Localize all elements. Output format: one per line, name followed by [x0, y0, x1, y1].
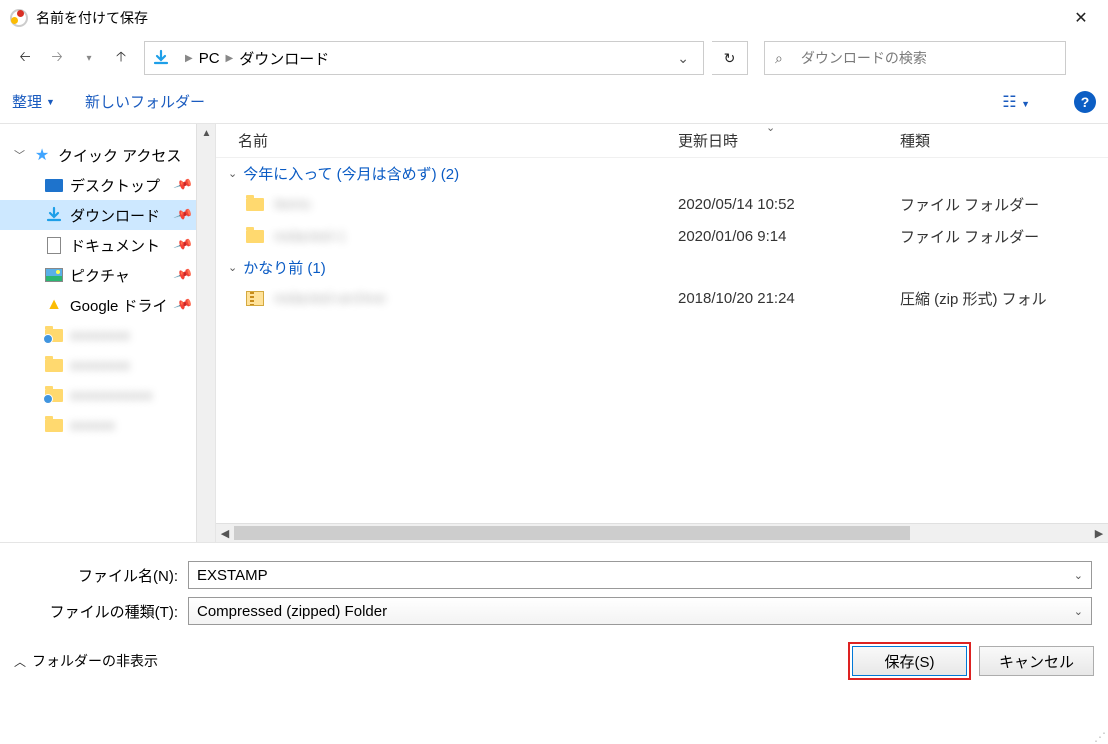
scroll-thumb[interactable] [234, 526, 910, 540]
column-name[interactable]: 名前 [238, 130, 678, 151]
form-area: ファイル名(N): EXSTAMP ⌄ ファイルの種類(T): Compress… [0, 542, 1108, 631]
chevron-up-icon: ︿ [14, 653, 26, 670]
breadcrumb-pc[interactable]: PC [199, 50, 220, 67]
folder-icon [246, 230, 264, 243]
scroll-up-icon[interactable]: ▲ [197, 124, 215, 142]
search-icon: ⌕ [775, 50, 783, 67]
toolbar: 整理▼ 新しいフォルダー ☷ ▼ ? [0, 80, 1108, 124]
folder-icon [45, 329, 63, 342]
column-date[interactable]: 更新日時 ⌄ [678, 130, 900, 151]
back-button[interactable]: 🡠 [10, 43, 40, 73]
recent-dropdown[interactable]: ▾ [74, 43, 104, 73]
nav-bar: 🡠 🡢 ▾ 🡡 ▶ PC ▶ ダウンロード ⌄ ↻ ⌕ ダウンロードの検索 [0, 36, 1108, 80]
filename-label: ファイル名(N): [16, 565, 188, 586]
chevron-down-icon: ﹀ [14, 147, 26, 163]
desktop-icon [45, 179, 63, 192]
search-input[interactable]: ⌕ ダウンロードの検索 [764, 41, 1066, 75]
document-icon [47, 237, 61, 254]
download-icon [151, 48, 171, 68]
hide-folders-button[interactable]: フォルダーの非表示 [32, 651, 158, 671]
chevron-right-icon: ▶ [226, 53, 234, 64]
folder-icon [45, 419, 63, 432]
sidebar-item-pictures[interactable]: ピクチャ📌 [0, 260, 215, 290]
address-dropdown[interactable]: ⌄ [669, 50, 697, 67]
sidebar-item-desktop[interactable]: デスクトップ📌 [0, 170, 215, 200]
save-button[interactable]: 保存(S) [852, 646, 967, 676]
group-header[interactable]: ⌄ かなり前 (1) [216, 252, 1108, 282]
gdrive-icon: ▲ [44, 296, 64, 314]
column-type[interactable]: 種類 [900, 130, 1108, 151]
search-placeholder: ダウンロードの検索 [801, 48, 927, 68]
pin-icon: 📌 [172, 204, 193, 225]
cancel-button[interactable]: キャンセル [979, 646, 1094, 676]
help-button[interactable]: ? [1074, 91, 1096, 113]
file-row[interactable]: Items 2020/05/14 10:52 ファイル フォルダー [216, 188, 1108, 220]
up-button[interactable]: 🡡 [106, 43, 136, 73]
file-row[interactable]: redacted-archive 2018/10/20 21:24 圧縮 (zi… [216, 282, 1108, 314]
title-bar: 名前を付けて保存 ✕ [0, 0, 1108, 36]
download-icon [44, 206, 64, 224]
sidebar-item-folder[interactable]: xxxxxxxx [0, 350, 215, 380]
address-bar[interactable]: ▶ PC ▶ ダウンロード ⌄ [144, 41, 704, 75]
pin-icon: 📌 [172, 294, 193, 315]
sidebar-item-folder[interactable]: xxxxxx [0, 410, 215, 440]
chevron-down-icon: ⌄ [228, 261, 237, 274]
zip-icon [246, 291, 264, 306]
sidebar-item-downloads[interactable]: ダウンロード📌 [0, 200, 215, 230]
pin-icon: 📌 [172, 174, 193, 195]
file-type: ファイル フォルダー [900, 226, 1108, 247]
scroll-left-icon[interactable]: ◀ [216, 524, 234, 542]
file-date: 2020/05/14 10:52 [678, 196, 900, 213]
file-row[interactable]: redacted-1 2020/01/06 9:14 ファイル フォルダー [216, 220, 1108, 252]
star-icon: ★ [32, 146, 52, 164]
organize-button[interactable]: 整理▼ [12, 91, 55, 112]
chevron-down-icon[interactable]: ⌄ [1074, 605, 1083, 618]
resize-grip[interactable]: ⋰ [1094, 734, 1106, 740]
chevron-down-icon[interactable]: ⌄ [1074, 569, 1083, 582]
folder-icon [45, 389, 63, 402]
column-headers: 名前 更新日時 ⌄ 種類 [216, 124, 1108, 158]
forward-button[interactable]: 🡢 [42, 43, 72, 73]
scroll-right-icon[interactable]: ▶ [1090, 524, 1108, 542]
file-date: 2020/01/06 9:14 [678, 228, 900, 245]
quick-access-node[interactable]: ﹀ ★ クイック アクセス [0, 140, 215, 170]
main-area: ▲ ﹀ ★ クイック アクセス デスクトップ📌 ダウンロード📌 ドキュメント📌 … [0, 124, 1108, 542]
pin-icon: 📌 [172, 264, 193, 285]
sidebar-item-documents[interactable]: ドキュメント📌 [0, 230, 215, 260]
sidebar-item-gdrive[interactable]: ▲ Google ドライ📌 [0, 290, 215, 320]
filename-input[interactable]: EXSTAMP ⌄ [188, 561, 1092, 589]
file-pane: 名前 更新日時 ⌄ 種類 ⌄ 今年に入って (今月は含めず) (2) Items… [215, 124, 1108, 542]
horizontal-scrollbar[interactable]: ◀ ▶ [216, 523, 1108, 542]
folder-icon [45, 359, 63, 372]
sidebar-item-folder[interactable]: xxxxxxxx [0, 320, 215, 350]
sidebar-item-folder[interactable]: xxxxxxxxxxx [0, 380, 215, 410]
bottom-bar: ︿ フォルダーの非表示 保存(S) キャンセル [0, 631, 1108, 691]
group-header[interactable]: ⌄ 今年に入って (今月は含めず) (2) [216, 158, 1108, 188]
pin-icon: 📌 [172, 234, 193, 255]
breadcrumb-downloads[interactable]: ダウンロード [239, 48, 329, 69]
sort-indicator-icon: ⌄ [766, 121, 775, 134]
filetype-label: ファイルの種類(T): [16, 601, 188, 622]
pictures-icon [45, 268, 63, 282]
file-type: 圧縮 (zip 形式) フォル [900, 288, 1108, 309]
file-type: ファイル フォルダー [900, 194, 1108, 215]
window-title: 名前を付けて保存 [36, 8, 1058, 28]
folder-icon [246, 198, 264, 211]
file-date: 2018/10/20 21:24 [678, 290, 900, 307]
chrome-icon [10, 9, 28, 27]
view-mode-button[interactable]: ☷ ▼ [1002, 92, 1030, 112]
tree-scrollbar[interactable]: ▲ [196, 124, 215, 542]
close-button[interactable]: ✕ [1058, 0, 1104, 36]
chevron-right-icon: ▶ [185, 53, 193, 64]
new-folder-button[interactable]: 新しいフォルダー [85, 91, 205, 112]
nav-tree: ▲ ﹀ ★ クイック アクセス デスクトップ📌 ダウンロード📌 ドキュメント📌 … [0, 124, 215, 542]
chevron-down-icon: ⌄ [228, 167, 237, 180]
refresh-button[interactable]: ↻ [712, 41, 748, 75]
filetype-select[interactable]: Compressed (zipped) Folder ⌄ [188, 597, 1092, 625]
chevron-down-icon: ▼ [46, 97, 55, 107]
